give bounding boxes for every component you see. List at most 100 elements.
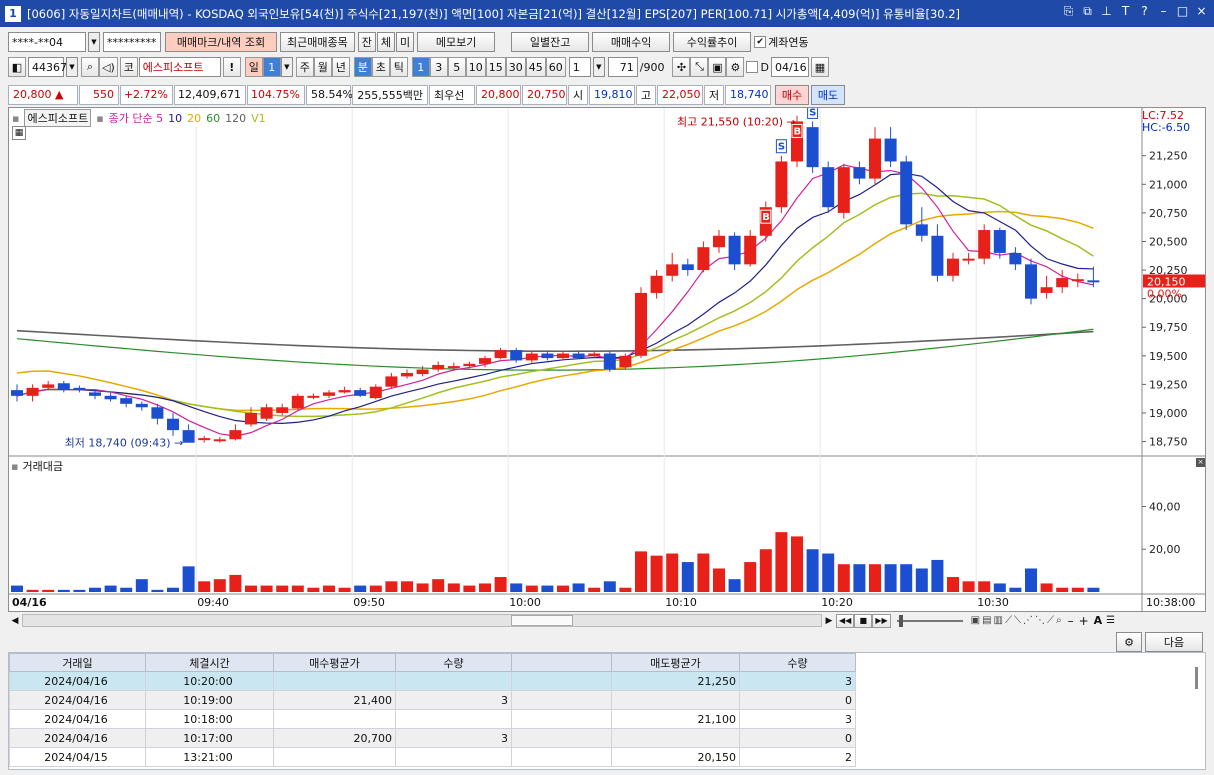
period-week[interactable]: 주	[295, 57, 314, 77]
legend-ma10[interactable]: 10	[168, 112, 182, 125]
trade-marker-label: B	[762, 212, 770, 223]
legend-v1[interactable]: V1	[251, 112, 266, 125]
sell-button[interactable]: 매도	[811, 84, 845, 105]
bar-count-input[interactable]: 71	[607, 57, 638, 77]
window-control-icon-0[interactable]: ⎘	[1062, 4, 1075, 19]
account-dropdown[interactable]: ▼	[88, 32, 100, 52]
column-header-1[interactable]: 체결시간	[145, 653, 274, 672]
table-row[interactable]: 2024/04/16 10:18:00 21,100 3	[9, 709, 856, 729]
table-row[interactable]: 2024/04/16 10:19:00 21,400 3 0	[9, 690, 856, 710]
day-count[interactable]: 1	[262, 57, 281, 77]
menu-icon[interactable]: ☰	[1106, 615, 1115, 626]
save-icon[interactable]: ▣	[708, 57, 727, 77]
period-day[interactable]: 일	[244, 57, 263, 77]
trade-marks-button[interactable]: 매매마크/내역 조회	[165, 32, 277, 52]
legend-stock-name[interactable]: 에스피소프트	[24, 109, 92, 127]
period-tick[interactable]: 틱	[389, 57, 408, 77]
table-scrollbar[interactable]	[1195, 667, 1198, 689]
volume-bar	[89, 587, 101, 592]
table-row[interactable]: 2024/04/16 10:17:00 20,700 3 0	[9, 728, 856, 748]
period-minute[interactable]: 분	[353, 57, 372, 77]
speaker-icon[interactable]: ◁)	[99, 57, 118, 77]
minute-option-45[interactable]: 45	[525, 57, 546, 77]
password-input[interactable]: *********	[103, 32, 161, 52]
executed-button[interactable]: 체	[376, 32, 395, 52]
window-control-icon-3[interactable]: T	[1119, 4, 1132, 19]
legend-ma20[interactable]: 20	[187, 112, 201, 125]
orders-gear-icon[interactable]: ⚙	[1116, 632, 1142, 652]
account-link-checkbox[interactable]: ✔	[754, 36, 767, 48]
stop-icon[interactable]: ■	[854, 613, 873, 628]
column-header-6[interactable]: 수량	[739, 653, 856, 672]
zoom-in-icon[interactable]: +	[1079, 614, 1089, 628]
stock-code-dropdown[interactable]: ▼	[66, 57, 78, 77]
scroll-left-icon[interactable]: ◀	[8, 616, 22, 626]
indicator-icon[interactable]: ✣	[672, 57, 691, 77]
gear-icon[interactable]: ⚙	[726, 57, 745, 77]
column-header-5[interactable]: 매도평균가	[611, 653, 740, 672]
zoom-out-icon[interactable]: –	[1068, 614, 1074, 628]
window-control-icon-6[interactable]: □	[1176, 4, 1189, 19]
price-chart[interactable]: 04/16 09:40 09:50 10:00 10:10 10:20 10:30 10:38…	[9, 108, 1205, 611]
trade-profit-button[interactable]: 매매수익	[592, 32, 671, 52]
return-trend-button[interactable]: 수익률추이	[673, 32, 752, 52]
speed-slider[interactable]	[896, 614, 963, 627]
legend-ma5[interactable]: 종가 단순 5	[109, 110, 163, 126]
column-header-4[interactable]	[511, 653, 612, 672]
scroll-thumb[interactable]	[511, 615, 573, 626]
date-label: D	[760, 60, 769, 74]
window-control-icon-2[interactable]: ⊥	[1100, 4, 1113, 19]
calendar-icon[interactable]: ▦	[810, 57, 829, 77]
volume-title[interactable]: 거래대금	[22, 458, 62, 474]
window-title: [0606] 자동일지차트(매매내역) - KOSDAQ 외국인보유[54(천)…	[27, 6, 961, 21]
period-month[interactable]: 월	[313, 57, 332, 77]
custom-period-dropdown[interactable]: ▼	[592, 57, 605, 77]
font-icon[interactable]: A	[1094, 614, 1103, 627]
account-input[interactable]: ****-**04	[8, 32, 86, 52]
fast-forward-icon[interactable]: ▶▶	[872, 613, 891, 628]
window-control-icon-4[interactable]: ?	[1138, 4, 1151, 19]
volume-close-icon[interactable]: ×	[1196, 458, 1205, 467]
window-control-icon-5[interactable]: –	[1157, 4, 1170, 19]
column-header-2[interactable]: 매수평균가	[273, 653, 396, 672]
grid-toggle-icon[interactable]: ▦	[12, 126, 26, 140]
chart-scrollbar[interactable]	[22, 614, 822, 627]
table-row[interactable]: 2024/04/15 13:21:00 20,150 2	[9, 747, 856, 767]
column-header-3[interactable]: 수량	[395, 653, 512, 672]
date-checkbox[interactable]	[746, 61, 759, 73]
stock-code-input[interactable]: 443670	[28, 57, 74, 77]
memo-button[interactable]: 메모보기	[417, 32, 496, 52]
draw-tool-icon[interactable]: ⤡	[690, 57, 709, 77]
custom-period-input[interactable]: 1	[568, 57, 591, 77]
period-second[interactable]: 초	[371, 57, 390, 77]
legend-ma60[interactable]: 60	[206, 112, 220, 125]
buy-button[interactable]: 매수	[775, 84, 809, 105]
date-input[interactable]: 04/16	[770, 57, 809, 77]
daily-balance-button[interactable]: 일별잔고	[511, 32, 590, 52]
chart-tools-icon[interactable]: ▣▤▥⟋⟍⋰⋱⟋⌕	[971, 615, 1064, 626]
alert-icon[interactable]: !	[222, 57, 241, 77]
minute-option-1[interactable]: 1	[411, 57, 430, 77]
rewind-icon[interactable]: ◀◀	[836, 613, 855, 628]
unfilled-button[interactable]: 미	[395, 32, 415, 52]
scroll-right-icon[interactable]: ▶	[822, 616, 836, 626]
next-button[interactable]: 다음	[1145, 632, 1203, 652]
minute-option-5[interactable]: 5	[447, 57, 466, 77]
window-control-icon-7[interactable]: ×	[1195, 4, 1208, 19]
minute-option-15[interactable]: 15	[485, 57, 506, 77]
column-header-0[interactable]: 거래일	[9, 653, 146, 672]
chart-panel[interactable]: 04/16 09:40 09:50 10:00 10:10 10:20 10:30 10:38…	[8, 107, 1206, 612]
minute-option-3[interactable]: 3	[429, 57, 448, 77]
legend-ma120[interactable]: 120	[225, 112, 246, 125]
table-row[interactable]: 2024/04/16 10:20:00 21,250 3	[9, 671, 856, 691]
window-control-icon-1[interactable]: ⧉	[1081, 4, 1094, 19]
minute-option-10[interactable]: 10	[465, 57, 486, 77]
layout-icon[interactable]: ◧	[8, 57, 26, 77]
minute-option-30[interactable]: 30	[505, 57, 526, 77]
balance-button[interactable]: 잔	[357, 32, 376, 52]
search-icon[interactable]: ⌕	[81, 57, 99, 77]
day-count-dropdown[interactable]: ▼	[280, 57, 293, 77]
recent-trades-button[interactable]: 최근매매종목	[280, 32, 355, 52]
period-year[interactable]: 년	[331, 57, 350, 77]
minute-option-60[interactable]: 60	[545, 57, 566, 77]
